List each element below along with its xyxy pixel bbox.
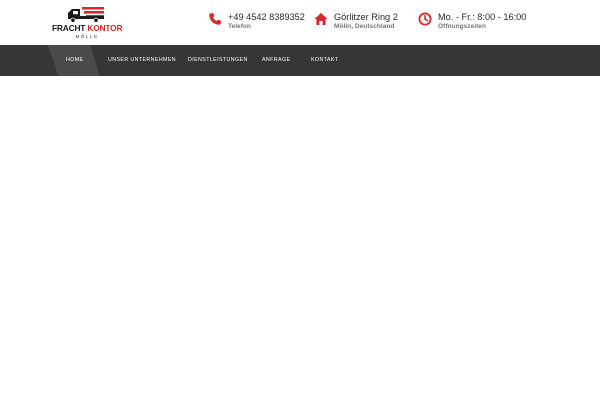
nav-item-home[interactable]: HOME: [66, 45, 84, 76]
logo-subtitle: MÖLLN: [75, 34, 99, 39]
nav-item-unser-unternehmen[interactable]: UNSER UNTERNEHMEN: [108, 45, 176, 76]
opening-hours: Mo. - Fr.: 8:00 - 16:00: [438, 12, 527, 22]
opening-hours-label: Öffnungszeiten: [438, 23, 486, 30]
home-icon: [314, 13, 328, 25]
site-logo[interactable]: FRACHT KONTOR MÖLLN: [52, 5, 123, 41]
logo-word-fracht: FRACHT: [52, 23, 86, 33]
phone-number[interactable]: +49 4542 8389352: [228, 12, 305, 23]
truck-logo-icon: [68, 7, 104, 23]
main-content-area: [0, 76, 600, 400]
main-navigation: HOME UNSER UNTERNEHMEN DIENSTLEISTUNGEN …: [0, 45, 600, 76]
address-street: Görlitzer Ring 2: [334, 12, 398, 22]
logo-word-kontor: KONTOR: [87, 23, 123, 33]
nav-item-kontakt[interactable]: KONTAKT: [311, 45, 338, 76]
site-header: FRACHT KONTOR MÖLLN +49 4542 8389352 Tel…: [0, 0, 600, 45]
address-city: Mölln, Deutschland: [334, 23, 395, 30]
logo-wordmark: FRACHT KONTOR: [52, 23, 123, 33]
phone-icon: [209, 13, 221, 25]
nav-item-dienstleistungen[interactable]: DIENSTLEISTUNGEN: [188, 45, 248, 76]
phone-label: Telefon: [228, 23, 251, 30]
clock-icon: [418, 12, 432, 26]
nav-item-anfrage[interactable]: ANFRAGE: [262, 45, 290, 76]
